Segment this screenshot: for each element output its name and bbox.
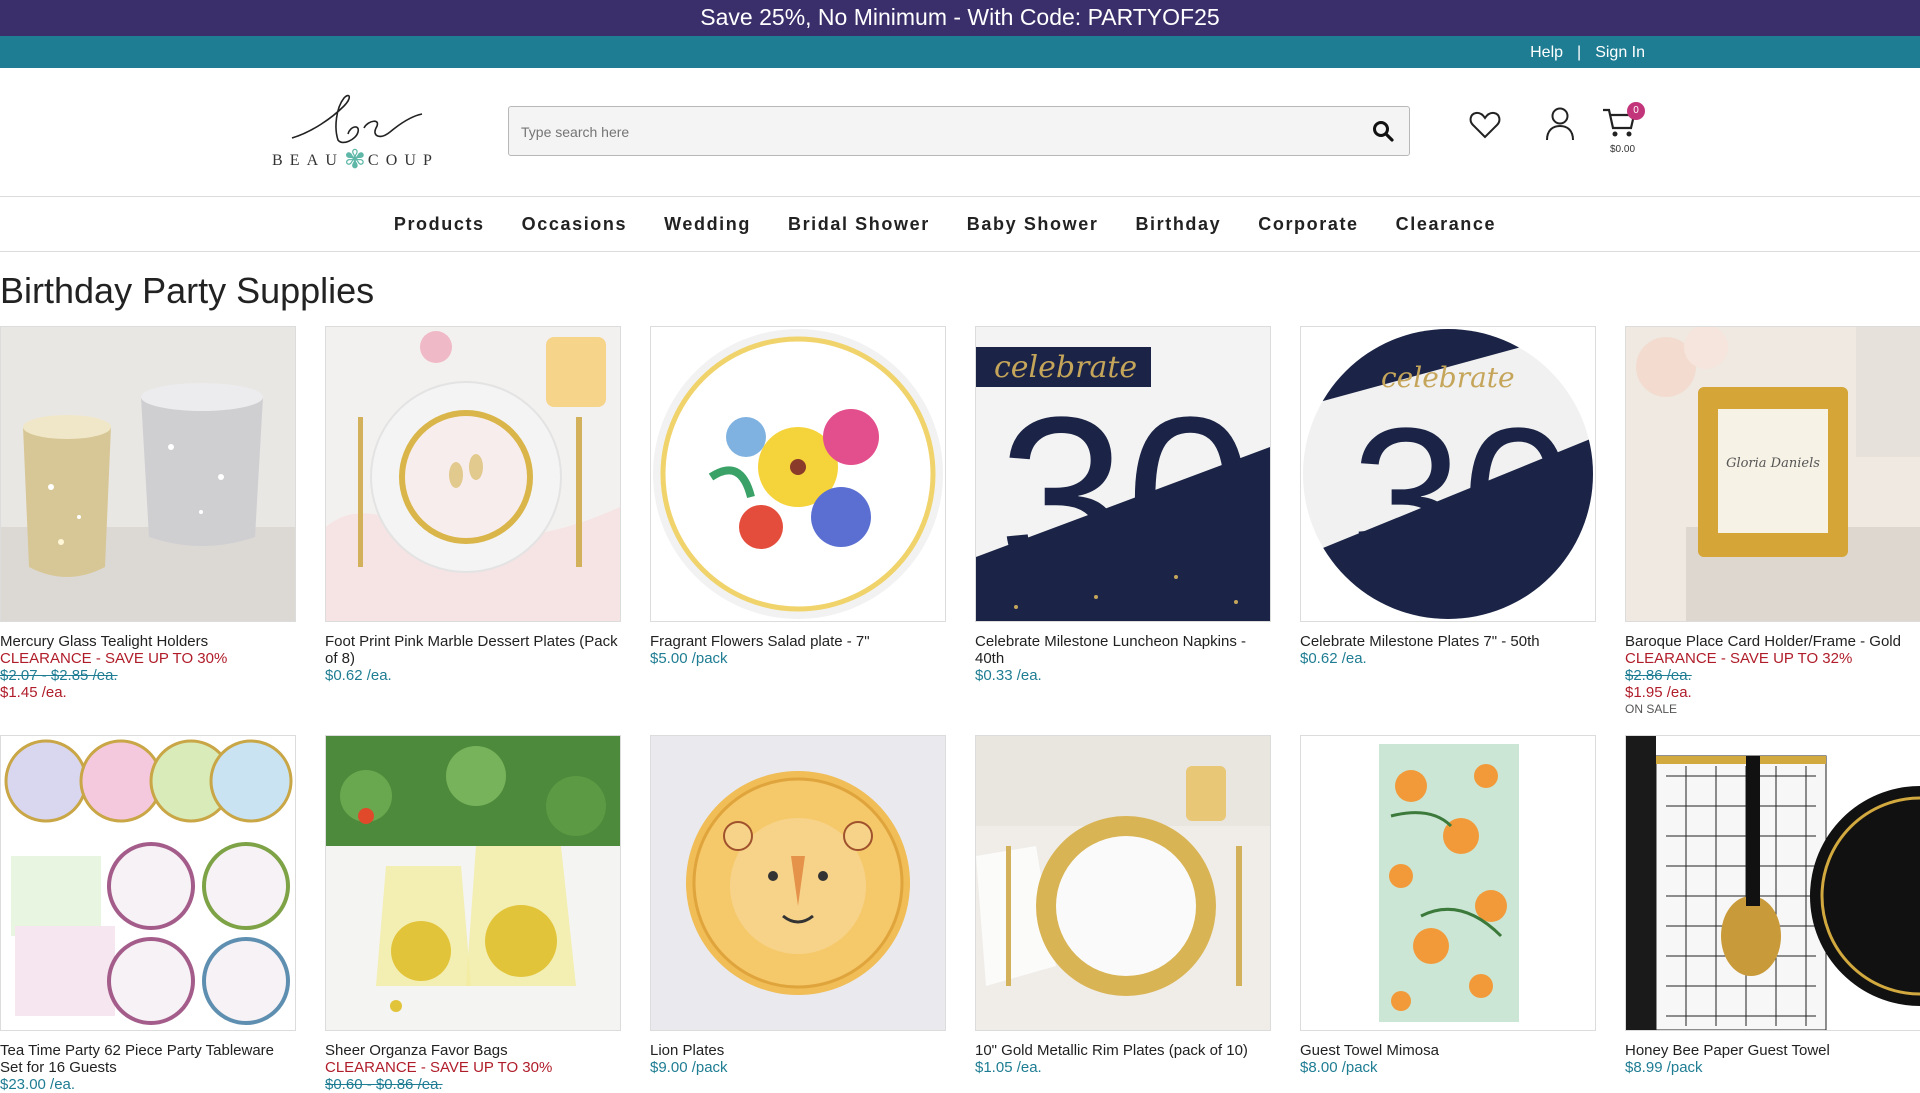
logo-script [291, 94, 423, 144]
original-price: $0.60 - $0.86 /ea. [325, 1076, 443, 1093]
product-card[interactable]: Sheer Organza Favor Bags CLEARANCE - SAV… [325, 735, 621, 1093]
logo-wordmark: BEAU ✾ COUP [272, 145, 437, 174]
product-image[interactable] [650, 735, 946, 1031]
product-name[interactable]: Guest Towel Mimosa [1300, 1042, 1596, 1059]
product-price: $8.99 /pack [1625, 1059, 1703, 1076]
beau-coup-logo[interactable]: BEAU ✾ COUP [272, 88, 437, 188]
clearance-label: CLEARANCE - SAVE UP TO 32% [1625, 650, 1853, 667]
lion-plates-image [651, 736, 945, 1030]
svg-text:30: 30 [998, 369, 1254, 621]
product-name[interactable]: Honey Bee Paper Guest Towel [1625, 1042, 1920, 1059]
product-card[interactable]: Mercury Glass Tealight Holders CLEARANCE… [0, 326, 296, 701]
honey-bee-towel-image [1626, 736, 1920, 1030]
search-bar [508, 106, 1410, 157]
search-icon[interactable] [1371, 119, 1395, 143]
utility-links: Help | Sign In [1530, 44, 1645, 62]
product-price: $0.33 /ea. [975, 667, 1042, 684]
product-price: $8.00 /pack [1300, 1059, 1378, 1076]
product-card[interactable]: Lion Plates $9.00 /pack [650, 735, 946, 1076]
product-card[interactable]: Tea Time Party 62 Piece Party Tableware … [0, 735, 296, 1093]
product-card[interactable]: Guest Towel Mimosa $8.00 /pack [1300, 735, 1596, 1076]
product-image[interactable] [325, 735, 621, 1031]
product-image[interactable] [650, 326, 946, 622]
nav-occasions[interactable]: Occasions [522, 214, 627, 235]
product-image[interactable] [325, 326, 621, 622]
cart[interactable]: 0 $0.00 [1601, 102, 1645, 155]
nav-baby-shower[interactable]: Baby Shower [967, 214, 1099, 235]
search-input[interactable] [509, 107, 1343, 157]
product-name[interactable]: Mercury Glass Tealight Holders [0, 633, 296, 650]
product-card[interactable]: celebrate 30 Celebrate Milestone Luncheo… [975, 326, 1271, 684]
logo-flower-icon: ✾ [344, 145, 366, 174]
product-image[interactable]: celebrate 30 [1300, 326, 1596, 622]
clearance-label: CLEARANCE - SAVE UP TO 30% [325, 1059, 553, 1076]
product-name[interactable]: Foot Print Pink Marble Dessert Plates (P… [325, 633, 621, 667]
cart-count-badge: 0 [1627, 102, 1645, 120]
product-name[interactable]: 10" Gold Metallic Rim Plates (pack of 10… [975, 1042, 1271, 1059]
milestone-plate-image: celebrate 30 [1301, 327, 1595, 621]
product-card[interactable]: Foot Print Pink Marble Dessert Plates (P… [325, 326, 621, 684]
mimosa-towel-image [1301, 736, 1595, 1030]
product-image[interactable]: Gloria Daniels [1625, 326, 1920, 622]
product-image[interactable]: celebrate 30 [975, 326, 1271, 622]
product-price: $23.00 /ea. [0, 1076, 76, 1093]
cart-total: $0.00 [1610, 144, 1636, 155]
product-image[interactable] [0, 735, 296, 1031]
nav-corporate[interactable]: Corporate [1258, 214, 1358, 235]
product-image[interactable] [1300, 735, 1596, 1031]
utility-separator: | [1577, 44, 1582, 61]
product-name[interactable]: Sheer Organza Favor Bags [325, 1042, 621, 1059]
fragrant-flowers-plate-image [651, 327, 945, 621]
milestone-napkin-image: celebrate 30 [976, 327, 1270, 621]
product-price: $0.62 /ea. [325, 667, 392, 684]
product-price: $9.00 /pack [650, 1059, 728, 1076]
help-link[interactable]: Help [1530, 44, 1563, 62]
nav-clearance[interactable]: Clearance [1396, 214, 1496, 235]
product-price: $1.05 /ea. [975, 1059, 1042, 1076]
original-price: $2.86 /ea. [1625, 667, 1692, 684]
tea-time-tableware-image [1, 736, 295, 1030]
product-name[interactable]: Baroque Place Card Holder/Frame - Gold [1625, 633, 1920, 650]
account-person-icon[interactable] [1544, 106, 1576, 142]
product-name[interactable]: Fragrant Flowers Salad plate - 7" [650, 633, 946, 650]
nav-birthday[interactable]: Birthday [1135, 214, 1221, 235]
nav-bridal-shower[interactable]: Bridal Shower [788, 214, 930, 235]
nav-wedding[interactable]: Wedding [664, 214, 751, 235]
product-price: $5.00 /pack [650, 650, 728, 667]
product-card[interactable]: Fragrant Flowers Salad plate - 7" $5.00 … [650, 326, 946, 667]
nav-products[interactable]: Products [394, 214, 485, 235]
original-price: $2.07 - $2.85 /ea. [0, 667, 118, 684]
site-header: BEAU ✾ COUP 0 $0.00 [0, 68, 1920, 197]
sale-price: $1.45 /ea. [0, 684, 67, 701]
product-image[interactable] [975, 735, 1271, 1031]
utility-bar: Help | Sign In [0, 36, 1920, 68]
product-card[interactable]: 10" Gold Metallic Rim Plates (pack of 10… [975, 735, 1271, 1076]
product-name[interactable]: Lion Plates [650, 1042, 946, 1059]
product-card[interactable]: Gloria Daniels Baroque Place Card Holder… [1625, 326, 1920, 718]
wishlist-heart-icon[interactable] [1468, 108, 1502, 142]
baroque-frame-image: Gloria Daniels [1626, 327, 1920, 621]
product-price: $0.62 /ea. [1300, 650, 1367, 667]
product-card[interactable]: Honey Bee Paper Guest Towel $8.99 /pack [1625, 735, 1920, 1076]
product-image[interactable] [0, 326, 296, 622]
svg-text:30: 30 [1351, 387, 1573, 610]
organza-bags-image [326, 736, 620, 1030]
main-navigation: Products Occasions Wedding Bridal Shower… [0, 197, 1920, 252]
gold-rim-plate-image [976, 736, 1270, 1030]
sale-price: $1.95 /ea. [1625, 684, 1692, 701]
product-name[interactable]: Celebrate Milestone Plates 7" - 50th [1300, 633, 1596, 650]
mercury-glass-image [1, 327, 295, 621]
sign-in-link[interactable]: Sign In [1595, 44, 1645, 62]
product-name[interactable]: Tea Time Party 62 Piece Party Tableware … [0, 1042, 296, 1076]
on-sale-tag: ON SALE [1625, 702, 1678, 716]
clearance-label: CLEARANCE - SAVE UP TO 30% [0, 650, 228, 667]
product-name[interactable]: Celebrate Milestone Luncheon Napkins - 4… [975, 633, 1271, 667]
product-card[interactable]: celebrate 30 Celebrate Milestone Plates … [1300, 326, 1596, 667]
pink-marble-plate-image [326, 327, 620, 621]
svg-text:Gloria Daniels: Gloria Daniels [1726, 456, 1820, 471]
product-image[interactable] [1625, 735, 1920, 1031]
page-title: Birthday Party Supplies [0, 270, 375, 311]
promo-banner[interactable]: Save 25%, No Minimum - With Code: PARTYO… [0, 0, 1920, 36]
